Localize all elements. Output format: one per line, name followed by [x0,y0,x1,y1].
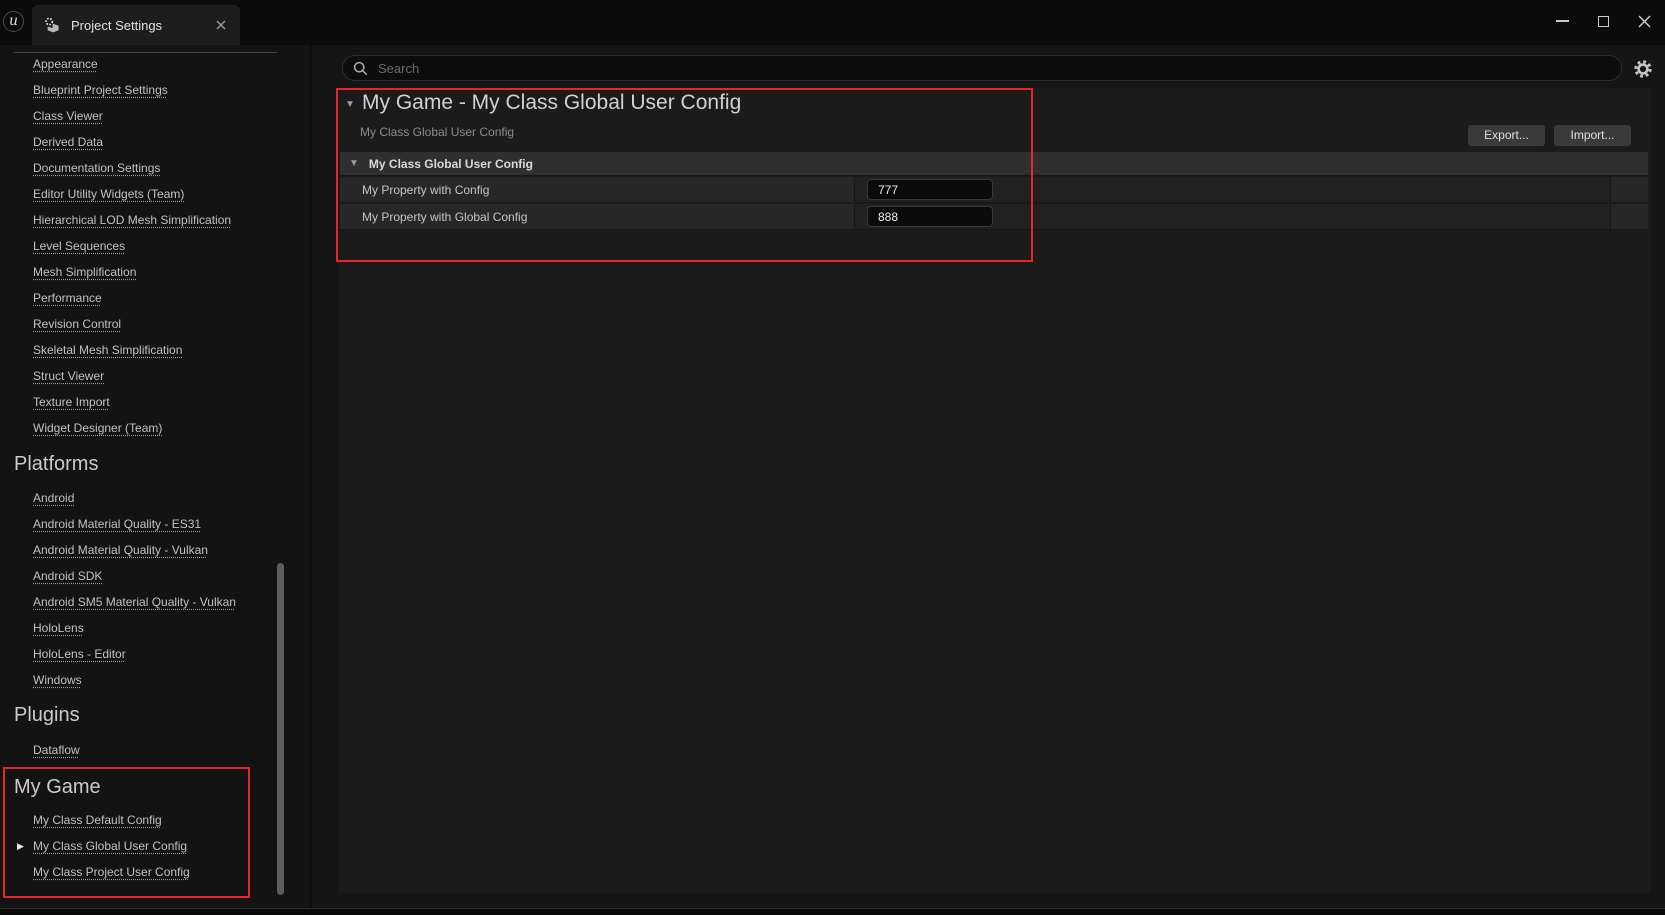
property-label: My Property with Global Config [362,210,527,224]
sidebar-item-android[interactable]: Android [33,485,236,511]
settings-gear-icon[interactable] [1632,58,1654,80]
property-reset-cell [1611,204,1648,229]
import-button[interactable]: Import... [1554,125,1631,146]
project-settings-icon [44,17,61,34]
sidebar-item-skeletal-mesh-simplification[interactable]: Skeletal Mesh Simplification [33,337,231,363]
property-label: My Property with Config [362,183,489,197]
settings-main-panel: ▼ My Game - My Class Global User Config … [310,45,1665,908]
sidebar-section-my-game: My Game [14,772,101,802]
property-reset-cell [1611,177,1648,202]
property-name-cell: My Property with Config [340,177,855,202]
property-value-input[interactable] [867,206,993,227]
unreal-engine-logo-icon: u [3,11,24,32]
tab-project-settings[interactable]: Project Settings [32,5,240,45]
maximize-button[interactable] [1583,0,1624,42]
page-subtitle: My Class Global User Config [360,125,514,139]
property-name-cell: My Property with Global Config [340,204,855,229]
search-icon [353,61,368,76]
sidebar-item-hololens-editor[interactable]: HoloLens - Editor [33,641,236,667]
close-button[interactable] [1624,0,1665,42]
sidebar-section-platforms: Platforms [14,449,98,479]
window-controls [1542,0,1665,45]
search-bar [342,55,1622,81]
sidebar-item-performance[interactable]: Performance [33,285,231,311]
project-settings-window: u Project Settings Appearance Blueprint … [0,0,1665,915]
title-bar: u Project Settings [0,0,1665,45]
sidebar-item-revision-control[interactable]: Revision Control [33,311,231,337]
property-value-cell [855,177,1611,202]
sidebar-item-hololens[interactable]: HoloLens [33,615,236,641]
export-button[interactable]: Export... [1468,125,1545,146]
window-footer [0,908,1665,915]
sidebar-item-android-sm5-mq-vulkan[interactable]: Android SM5 Material Quality - Vulkan [33,589,236,615]
property-value-input[interactable] [867,179,993,200]
sidebar-general-group: Appearance Blueprint Project Settings Cl… [33,51,231,441]
sidebar-plugins-group: Dataflow [33,737,80,763]
sidebar-item-my-class-global-user-config[interactable]: ▶My Class Global User Config [33,833,190,859]
settings-content: ▼ My Game - My Class Global User Config … [339,88,1651,893]
sidebar-item-my-class-default-config[interactable]: My Class Default Config [33,807,190,833]
tab-close-icon[interactable] [212,16,230,34]
sidebar-section-plugins: Plugins [14,700,80,730]
category-header[interactable]: ▼ My Class Global User Config [340,152,1648,176]
search-input[interactable] [376,60,1611,77]
sidebar-my-game-group: My Class Default Config ▶My Class Global… [33,807,190,885]
sidebar-item-derived-data[interactable]: Derived Data [33,129,231,155]
settings-sidebar: Appearance Blueprint Project Settings Cl… [0,45,310,908]
sidebar-item-android-sdk[interactable]: Android SDK [33,563,236,589]
page-title: My Game - My Class Global User Config [362,91,741,115]
sidebar-item-class-viewer[interactable]: Class Viewer [33,103,231,129]
tab-title: Project Settings [71,18,212,33]
sidebar-item-appearance[interactable]: Appearance [33,51,231,77]
sidebar-item-level-sequences[interactable]: Level Sequences [33,233,231,259]
section-collapse-icon[interactable]: ▼ [345,99,355,110]
sidebar-item-hierarchical-lod[interactable]: Hierarchical LOD Mesh Simplification [33,207,231,233]
sidebar-item-mesh-simplification[interactable]: Mesh Simplification [33,259,231,285]
sidebar-item-dataflow[interactable]: Dataflow [33,737,80,763]
sidebar-item-android-mq-vulkan[interactable]: Android Material Quality - Vulkan [33,537,236,563]
property-value-cell [855,204,1611,229]
sidebar-item-texture-import[interactable]: Texture Import [33,389,231,415]
sidebar-item-widget-designer[interactable]: Widget Designer (Team) [33,415,231,441]
sidebar-item-my-class-project-user-config[interactable]: My Class Project User Config [33,859,190,885]
sidebar-scrollbar-thumb[interactable] [277,563,284,895]
sidebar-item-android-mq-es31[interactable]: Android Material Quality - ES31 [33,511,236,537]
property-row: My Property with Global Config [340,204,1648,230]
sidebar-item-documentation-settings[interactable]: Documentation Settings [33,155,231,181]
sidebar-platforms-group: Android Android Material Quality - ES31 … [33,485,236,693]
property-row: My Property with Config [340,177,1648,203]
category-collapse-icon[interactable]: ▼ [349,158,359,169]
sidebar-item-windows[interactable]: Windows [33,667,236,693]
expand-arrow-icon[interactable]: ▶ [17,833,24,859]
sidebar-item-editor-utility-widgets[interactable]: Editor Utility Widgets (Team) [33,181,231,207]
category-title: My Class Global User Config [369,157,533,171]
minimize-button[interactable] [1542,0,1583,42]
sidebar-item-struct-viewer[interactable]: Struct Viewer [33,363,231,389]
sidebar-item-blueprint-project-settings[interactable]: Blueprint Project Settings [33,77,231,103]
